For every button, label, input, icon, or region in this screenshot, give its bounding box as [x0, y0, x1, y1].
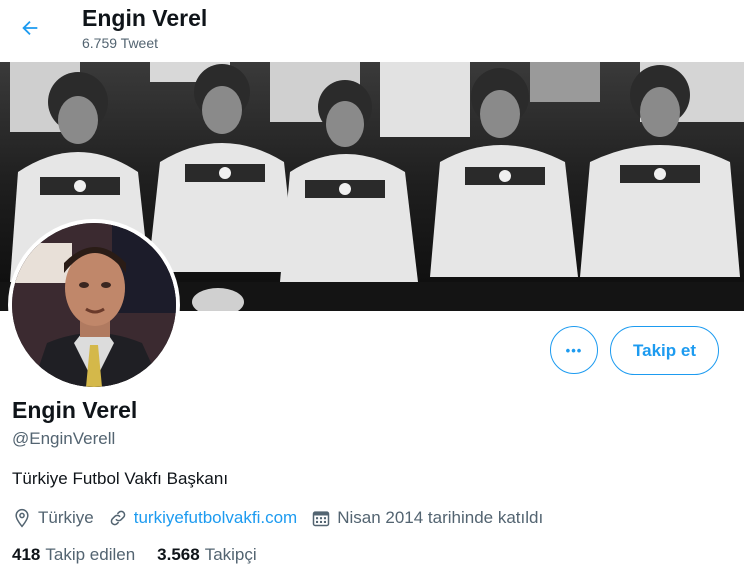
location-item: Türkiye [12, 508, 94, 528]
followers-stat[interactable]: 3.568 Takipçi [157, 545, 257, 565]
follow-button[interactable]: Takip et [610, 326, 719, 375]
avatar-image [12, 223, 176, 387]
more-icon: ••• [565, 342, 583, 358]
back-arrow-icon [22, 20, 38, 36]
joined-item: Nisan 2014 tarihinde katıldı [311, 508, 543, 528]
avatar-frame[interactable] [8, 219, 180, 391]
more-options-button[interactable]: ••• [550, 326, 598, 374]
profile-bio: Türkiye Futbol Vakfı Başkanı [12, 469, 229, 488]
profile-handle: @EnginVerell [12, 429, 116, 448]
top-bar: Engin Verel 6.759 Tweet [0, 0, 744, 62]
following-stat[interactable]: 418 Takip edilen [12, 545, 135, 565]
location-text: Türkiye [38, 508, 94, 527]
website-item[interactable]: turkiyefutbolvakfi.com [108, 508, 297, 528]
location-icon [15, 508, 29, 528]
link-icon [110, 510, 126, 526]
header-name: Engin Verel [82, 5, 208, 31]
following-count: 418 [12, 545, 41, 564]
calendar-icon [312, 511, 330, 527]
profile-stats: 418 Takip edilen 3.568 Takipçi [12, 545, 279, 565]
followers-count: 3.568 [157, 545, 200, 564]
profile-meta: Türkiye turkiyefutbolvakfi.com Nisan 201… [12, 506, 557, 530]
followers-label: Takipçi [204, 545, 257, 564]
website-link[interactable]: turkiyefutbolvakfi.com [134, 508, 297, 528]
tweet-count: 6.759 Tweet [82, 35, 159, 51]
following-label: Takip edilen [45, 545, 136, 564]
profile-name: Engin Verel [12, 397, 138, 423]
back-button[interactable] [12, 10, 48, 46]
joined-text: Nisan 2014 tarihinde katıldı [337, 508, 544, 527]
avatar[interactable] [12, 223, 176, 387]
